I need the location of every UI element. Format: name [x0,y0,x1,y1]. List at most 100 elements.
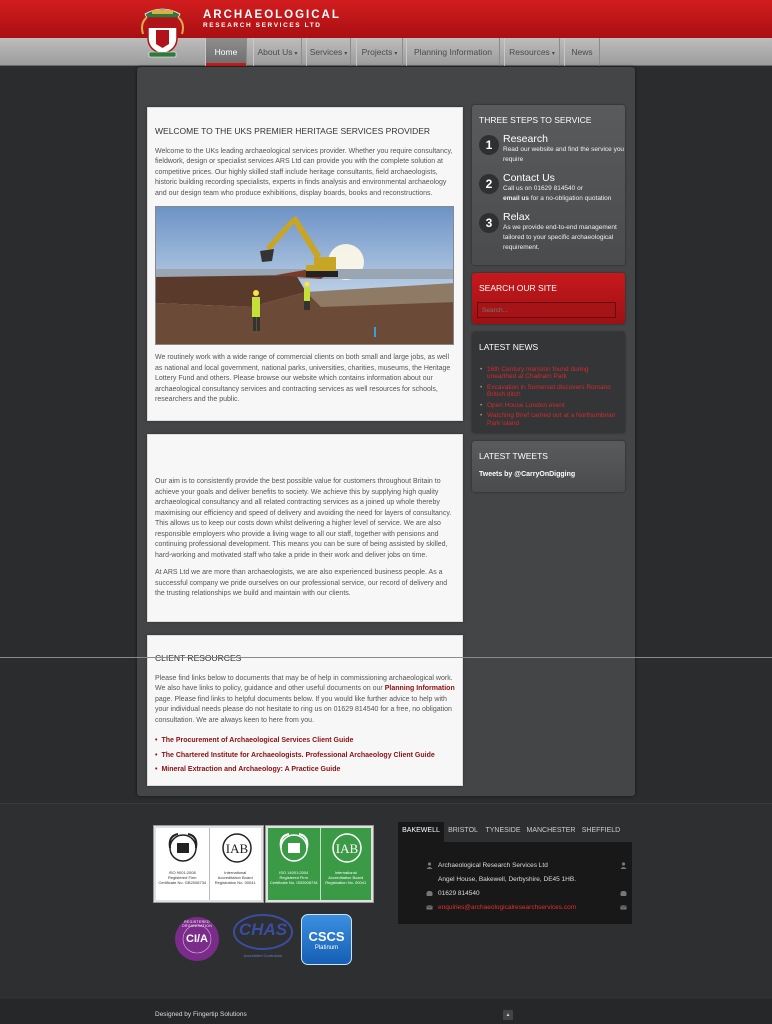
cert-right-half: IAB International Accreditation Board Re… [319,828,372,900]
nav-projects[interactable]: Projects ▾ [356,38,403,66]
news-item[interactable]: Open House London event [480,402,617,410]
latest-tweets-heading: LATEST TWEETS [479,451,548,461]
resource-link-cifa-guide[interactable]: The Chartered Institute for Archaeologis… [155,751,455,762]
nav-home[interactable]: Home [205,38,247,66]
cifa-ring-text: REGISTERED ORGANISATION [181,920,213,928]
step-title[interactable]: Contact Us [503,172,625,184]
news-item[interactable]: 16th Century mansion found during uneart… [480,366,617,381]
step-relax: 3 Relax As we provide end-to-end managem… [472,211,625,252]
divider-line [0,657,772,658]
cert-text: ISO 14001:2004 Registered Firm Certifica… [268,870,320,886]
svg-text:IAB: IAB [225,841,248,856]
designed-by-credit[interactable]: Designed by Fingertip Solutions [155,1011,247,1018]
step-text: Call us on 01629 814540 or [503,185,583,192]
three-steps-heading: THREE STEPS TO SERVICE [479,115,592,125]
nav-label: Resources [509,47,550,57]
news-item[interactable]: Watching Brief carried out at a Northumb… [480,412,617,427]
svg-text:IAB: IAB [335,841,358,856]
step-research: 1 Research Read our website and find the… [472,133,625,172]
footer-bottom-bar: Designed by Fingertip Solutions ▲ [0,999,772,1024]
chevron-down-icon: ▾ [551,51,555,57]
office-details-panel: Archaeological Research Services Ltd Ang… [398,842,632,924]
nav-label: Home [214,47,238,57]
cscs-sub-text: Platinum [314,945,339,951]
tab-sheffield[interactable]: SHEFFIELD [578,822,624,842]
iab-logo-icon: IAB [331,833,362,863]
back-to-top-icon[interactable]: ▲ [503,1010,513,1020]
nav-label: News [571,47,593,57]
news-item[interactable]: Excavation in Somerset discovers Romano … [480,384,617,399]
email-us-link[interactable]: email us [503,195,529,202]
client-resources-text-end: page. Please find links to helpful docum… [155,695,452,724]
nav-label: Services [309,47,343,57]
cifa-logo-text: CI/A [186,933,208,945]
cert-text: International Accreditation Board Regist… [210,870,262,886]
resource-link-mineral-extraction[interactable]: Mineral Extraction and Archaeology: A Pr… [155,765,455,776]
tab-tyneside[interactable]: TYNESIDE [482,822,524,842]
nav-planning-information[interactable]: Planning Information [406,38,500,66]
nav-resources[interactable]: Resources ▾ [504,38,560,66]
latest-tweets-box: LATEST TWEETS Tweets by @CarryOnDigging [472,441,625,492]
nav-label: About Us [257,47,293,57]
main-nav: Home About Us ▾ Services ▾ Projects ▾ Plann… [0,38,772,66]
client-resources-heading: CLIENT RESOURCES [155,653,242,663]
iso-9001-certificate: ISO 9001:2008 Registered Firm Certificat… [153,825,264,903]
search-input[interactable] [477,302,616,318]
step-number: 3 [479,213,499,233]
nav-about-us[interactable]: About Us ▾ [253,38,302,66]
cert-number: Certificate No. GB2008734 [158,880,207,886]
office-email-link[interactable]: enquiries@archaeologicalresearchservices… [438,904,576,911]
aim-paragraph-2: At ARS Ltd we are more than archaeologis… [155,569,448,597]
nav-label: Planning Information [414,47,492,57]
site-title-line2: RESEARCH SERVICES LTD [203,22,322,29]
step-title[interactable]: Research [503,133,625,145]
latest-news-heading: LATEST NEWS [479,342,539,352]
header-bar [0,0,772,38]
office-company-name: Archaeological Research Services Ltd [438,862,548,869]
tab-manchester[interactable]: MANCHESTER [524,822,578,842]
client-resources-text: Please find links below to documents tha… [155,674,455,727]
chevron-down-icon: ▾ [394,51,398,57]
tweets-by-link[interactable]: Tweets by @CarryOnDigging [472,467,625,482]
logo-crest-icon[interactable] [140,4,185,59]
planning-information-link[interactable]: Planning Information [385,685,455,692]
step-text-email: email us for a no-obligation quotation [503,194,625,204]
office-phone: 01629 814540 [438,890,480,897]
step-text-rest: for a no-obligation quotation [529,195,612,203]
cscs-logo-text: CSCS [308,929,345,944]
ukas-crown-icon [168,833,198,862]
chevron-down-icon: ▾ [344,51,348,57]
search-box: SEARCH OUR SITE [472,273,625,324]
phone-icon [620,891,627,896]
site-title[interactable]: ARCHAEOLOGICAL RESEARCH SERVICES LTD [203,9,341,29]
chas-sub-text: Accredited Contractor [243,953,283,958]
tab-bakewell[interactable]: BAKEWELL [398,822,444,842]
step-title[interactable]: Relax [503,211,625,223]
chas-logo-text: CHAS [238,920,288,939]
chas-accredited-badge: CHAS Accredited Contractor [232,912,294,962]
tab-bristol[interactable]: BRISTOL [444,822,482,842]
nav-services[interactable]: Services ▾ [306,38,351,66]
iab-logo-icon: IAB [221,833,252,863]
cert-text: ISO 9001:2008 Registered Firm Certificat… [156,870,209,886]
cert-left-half: ISO 14001:2004 Registered Firm Certifica… [268,828,320,900]
iso-14001-certificate: ISO 14001:2004 Registered Firm Certifica… [265,825,374,903]
site-title-line1: ARCHAEOLOGICAL [203,9,341,21]
three-steps-box: THREE STEPS TO SERVICE 1 Research Read o… [472,105,625,265]
phone-icon [426,891,433,896]
step-number: 1 [479,135,499,155]
ukas-crown-icon [279,833,309,862]
person-icon [426,862,433,869]
cert-right-half: IAB International Accreditation Board Re… [208,828,262,900]
cscs-platinum-badge: CSCS Platinum [301,914,352,965]
nav-news[interactable]: News [564,38,600,66]
excavation-photo [155,206,454,346]
step-contact-us: 2 Contact Us Call us on 01629 814540 or … [472,172,625,211]
email-icon [426,905,433,910]
person-icon [620,862,627,869]
step-text: As we provide end-to-end management tail… [503,224,617,252]
resource-link-procurement[interactable]: The Procurement of Archaeological Servic… [155,736,455,747]
resource-links-list: The Procurement of Archaeological Servic… [155,736,455,776]
cert-registration: Registration No. 00041 [325,880,367,886]
welcome-panel: WELCOME TO THE UKS PREMIER HERITAGE SERV… [147,107,463,421]
